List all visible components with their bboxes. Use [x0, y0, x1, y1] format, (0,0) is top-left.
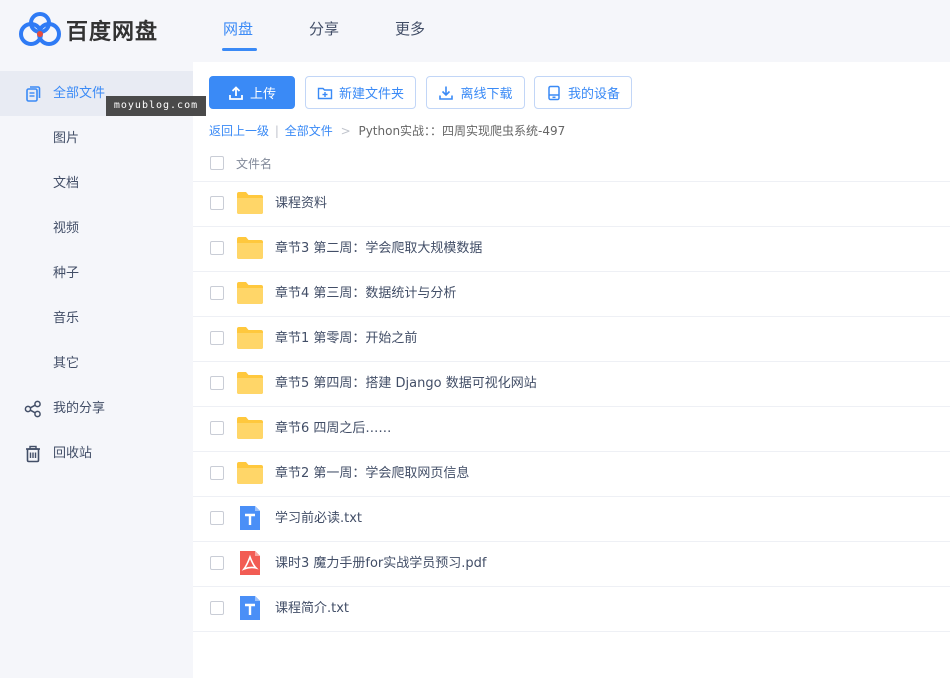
- upload-button[interactable]: 上传: [209, 76, 295, 109]
- my-devices-label: 我的设备: [567, 87, 620, 102]
- file-row[interactable]: 章节6 四周之后……: [193, 406, 950, 452]
- sidebar-item-torrents[interactable]: 种子: [0, 251, 193, 296]
- sidebar-item-label: 全部文件: [53, 86, 106, 101]
- sidebar-item-my-shares[interactable]: 我的分享: [0, 386, 193, 431]
- file-row[interactable]: 章节3 第二周：学会爬取大规模数据: [193, 226, 950, 272]
- file-row[interactable]: 章节2 第一周：学会爬取网页信息: [193, 451, 950, 497]
- file-row[interactable]: 课程简介.txt: [193, 586, 950, 632]
- active-tab-indicator: [222, 48, 257, 51]
- sidebar-item-label: 图片: [53, 131, 80, 146]
- new-folder-label: 新建文件夹: [338, 87, 404, 102]
- breadcrumb-divider: |: [274, 124, 279, 138]
- text-file-icon: [240, 506, 260, 530]
- breadcrumb-current: Python实战：：四周实现爬虫系统-497: [358, 124, 566, 138]
- top-header: 百度网盘 网盘 分享 更多: [0, 0, 950, 62]
- folder-icon: [237, 417, 263, 439]
- file-name[interactable]: 章节6 四周之后……: [275, 406, 391, 451]
- file-name[interactable]: 章节2 第一周：学会爬取网页信息: [275, 451, 469, 496]
- row-checkbox[interactable]: [210, 286, 224, 300]
- sidebar-item-images[interactable]: 图片: [0, 116, 193, 161]
- folder-icon: [237, 327, 263, 349]
- folder-icon: [237, 372, 263, 394]
- brand-logo[interactable]: 百度网盘: [18, 12, 158, 48]
- tab-share[interactable]: 分享: [309, 18, 339, 39]
- files-icon: [26, 86, 41, 102]
- offline-download-button[interactable]: 离线下载: [426, 76, 525, 109]
- folder-icon: [237, 462, 263, 484]
- sidebar-item-other[interactable]: 其它: [0, 341, 193, 386]
- tab-more[interactable]: 更多: [395, 18, 425, 39]
- sidebar-item-label: 文档: [53, 176, 80, 191]
- sidebar-item-label: 回收站: [53, 446, 93, 461]
- my-devices-button[interactable]: 我的设备: [534, 76, 632, 109]
- row-checkbox[interactable]: [210, 376, 224, 390]
- row-checkbox[interactable]: [210, 241, 224, 255]
- trash-icon: [26, 445, 40, 463]
- brand-name: 百度网盘: [66, 20, 159, 45]
- row-checkbox[interactable]: [210, 421, 224, 435]
- sidebar-item-music[interactable]: 音乐: [0, 296, 193, 341]
- breadcrumb-back-link[interactable]: 返回上一级: [209, 124, 269, 138]
- row-checkbox[interactable]: [210, 556, 224, 570]
- file-name[interactable]: 章节5 第四周：搭建 Django 数据可视化网站: [275, 361, 537, 406]
- row-checkbox[interactable]: [210, 466, 224, 480]
- row-checkbox[interactable]: [210, 196, 224, 210]
- file-name[interactable]: 课程简介.txt: [275, 586, 349, 631]
- sidebar-item-label: 视频: [53, 221, 80, 236]
- column-header-filename[interactable]: 文件名: [236, 155, 272, 172]
- sidebar-item-documents[interactable]: 文档: [0, 161, 193, 206]
- file-name[interactable]: 课程资料: [275, 181, 327, 226]
- file-name[interactable]: 课时3 魔力手册for实战学员预习.pdf: [275, 541, 487, 586]
- file-row[interactable]: 章节4 第三周：数据统计与分析: [193, 271, 950, 317]
- folder-icon: [237, 192, 263, 214]
- offline-download-label: 离线下载: [460, 87, 513, 102]
- new-folder-button[interactable]: 新建文件夹: [305, 76, 416, 109]
- watermark: moyublog.com: [106, 96, 206, 116]
- breadcrumb-root-link[interactable]: 全部文件: [285, 124, 333, 138]
- sidebar-item-videos[interactable]: 视频: [0, 206, 193, 251]
- sidebar-item-recycle-bin[interactable]: 回收站: [0, 431, 193, 476]
- tab-netdisk[interactable]: 网盘: [223, 18, 253, 39]
- file-row[interactable]: 章节1 第零周：开始之前: [193, 316, 950, 362]
- folder-icon: [237, 237, 263, 259]
- sidebar-item-label: 种子: [53, 266, 80, 281]
- sidebar-item-label: 音乐: [53, 311, 80, 326]
- file-row[interactable]: 课时3 魔力手册for实战学员预习.pdf: [193, 541, 950, 587]
- file-name[interactable]: 章节4 第三周：数据统计与分析: [275, 271, 456, 316]
- select-all-checkbox[interactable]: [210, 156, 224, 170]
- breadcrumb-separator: >: [340, 124, 351, 138]
- breadcrumb: 返回上一级 | 全部文件 > Python实战：：四周实现爬虫系统-497: [209, 122, 565, 139]
- device-icon: [548, 85, 560, 100]
- sidebar-item-label: 我的分享: [53, 401, 106, 416]
- row-checkbox[interactable]: [210, 511, 224, 525]
- file-row[interactable]: 章节5 第四周：搭建 Django 数据可视化网站: [193, 361, 950, 407]
- file-name[interactable]: 章节3 第二周：学会爬取大规模数据: [275, 226, 482, 271]
- sidebar: 全部文件 图片 文档 视频 种子 音乐 其它 我的分享 回收站: [0, 62, 193, 678]
- upload-icon: [229, 85, 243, 100]
- file-list-header: 文件名: [193, 145, 950, 182]
- file-row[interactable]: 学习前必读.txt: [193, 496, 950, 542]
- pdf-file-icon: [240, 551, 260, 575]
- baidu-netdisk-logo-icon: [19, 12, 61, 46]
- upload-label: 上传: [249, 87, 276, 102]
- download-icon: [439, 86, 454, 100]
- folder-icon: [237, 282, 263, 304]
- file-name[interactable]: 学习前必读.txt: [275, 496, 362, 541]
- file-row[interactable]: 课程资料: [193, 181, 950, 227]
- row-checkbox[interactable]: [210, 601, 224, 615]
- sidebar-item-label: 其它: [53, 356, 80, 371]
- share-icon: [24, 400, 41, 418]
- row-checkbox[interactable]: [210, 331, 224, 345]
- file-name[interactable]: 章节1 第零周：开始之前: [275, 316, 417, 361]
- text-file-icon: [240, 596, 260, 620]
- new-folder-icon: [317, 87, 333, 99]
